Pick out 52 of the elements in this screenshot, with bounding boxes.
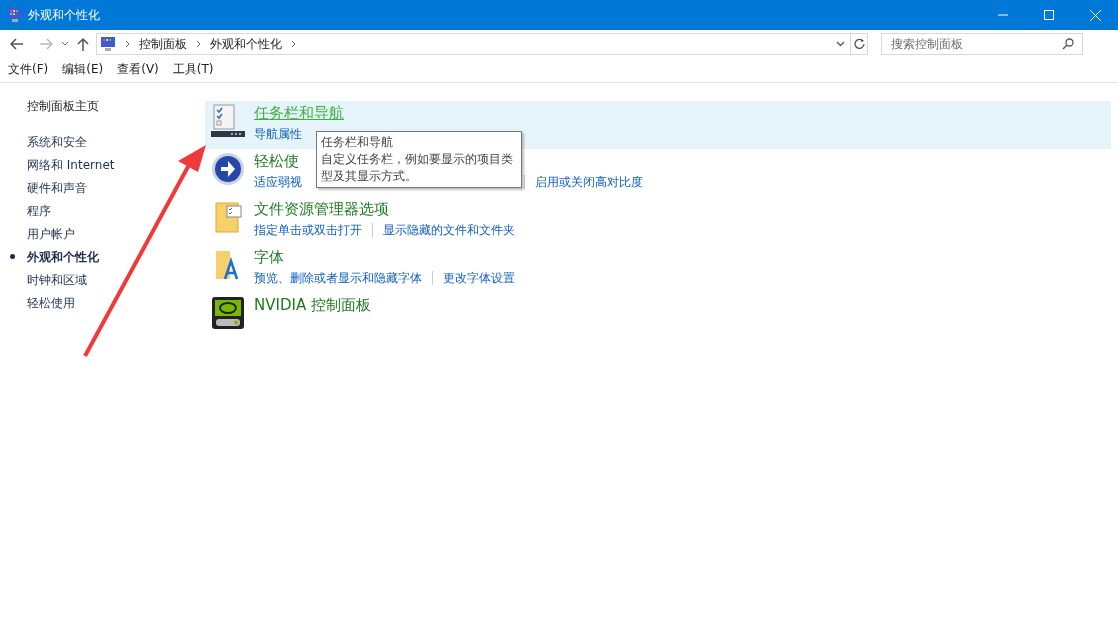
category-title-link[interactable]: NVIDIA 控制面板	[254, 295, 371, 315]
tooltip-text: 自定义任务栏，例如要显示的项目类	[321, 151, 514, 168]
tooltip-title: 任务栏和导航	[321, 134, 394, 151]
address-bar[interactable]: 控制面板 外观和个性化	[96, 32, 868, 55]
search-icon	[1062, 37, 1074, 50]
task-link[interactable]: 更改字体设置	[443, 269, 515, 287]
task-link[interactable]: 显示隐藏的文件和文件夹	[383, 221, 515, 239]
sidebar-item[interactable]: 系统和安全	[27, 132, 87, 151]
task-link[interactable]: 适应弱视	[254, 173, 302, 191]
category-title-link[interactable]: 字体	[254, 247, 515, 267]
back-button[interactable]	[9, 35, 25, 52]
chevron-right-icon	[291, 39, 296, 48]
chevron-down-icon	[61, 40, 69, 47]
task-link[interactable]: 启用或关闭高对比度	[535, 173, 643, 191]
up-button[interactable]	[76, 35, 90, 52]
chevron-right-icon	[196, 39, 201, 48]
window-title: 外观和个性化	[28, 7, 100, 24]
sidebar-item[interactable]: 外观和个性化	[27, 247, 99, 266]
close-icon	[1089, 9, 1101, 21]
sidebar-item[interactable]: 用户帐户	[27, 224, 75, 243]
back-arrow-icon	[10, 37, 24, 50]
task-link[interactable]: 指定单击或双击打开	[254, 221, 362, 239]
tooltip-text: 型及其显示方式。	[321, 168, 418, 185]
nvidia-logo-icon	[211, 296, 245, 330]
up-arrow-icon	[77, 36, 89, 51]
sidebar-item[interactable]: 网络和 Internet	[27, 155, 115, 174]
breadcrumb[interactable]: 控制面板	[139, 34, 187, 53]
refresh-icon	[853, 38, 865, 49]
sidebar-item[interactable]: 时钟和区域	[27, 270, 87, 289]
sidebar-item[interactable]: 轻松使用	[27, 293, 75, 312]
search-field[interactable]: 搜索控制面板	[881, 32, 1083, 55]
menu-item[interactable]: 文件(F)	[8, 60, 49, 78]
category-title-link[interactable]: 文件资源管理器选项	[254, 199, 515, 219]
control-panel-icon	[100, 35, 116, 52]
task-link[interactable]: 预览、删除或者显示和隐藏字体	[254, 269, 422, 287]
refresh-button[interactable]	[850, 33, 867, 54]
menu-item[interactable]: 工具(T)	[172, 60, 214, 78]
menu-item[interactable]: 查看(V)	[117, 60, 159, 78]
chevron-right-icon	[125, 39, 130, 48]
maximize-icon	[1044, 10, 1054, 20]
minimize-icon	[998, 14, 1008, 16]
taskbar-settings-icon	[211, 104, 245, 138]
accessibility-icon	[211, 152, 245, 186]
chevron-down-icon[interactable]	[836, 40, 845, 47]
menu-item[interactable]: 编辑(E)	[62, 60, 104, 78]
sidebar-home-link[interactable]: 控制面板主页	[27, 97, 205, 117]
control-panel-icon	[7, 7, 23, 23]
sidebar-item[interactable]: 程序	[27, 201, 51, 220]
forward-arrow-icon	[39, 37, 53, 50]
breadcrumb[interactable]: 外观和个性化	[210, 34, 282, 53]
sidebar-item[interactable]: 硬件和声音	[27, 178, 87, 197]
task-link[interactable]: 导航属性	[254, 125, 302, 143]
